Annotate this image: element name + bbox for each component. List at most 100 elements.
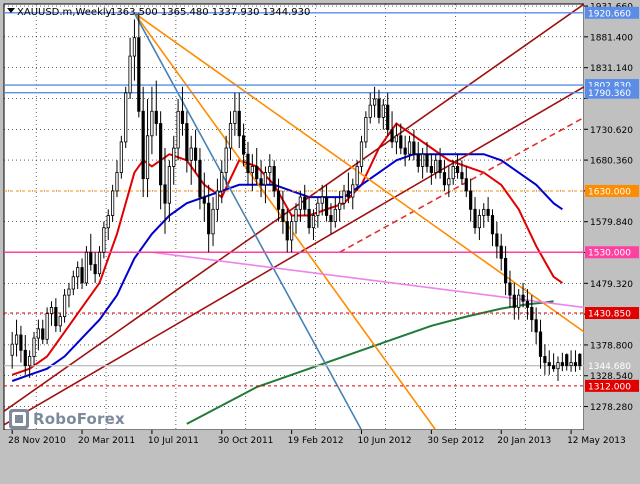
candle-body bbox=[425, 153, 429, 167]
candle-body bbox=[263, 172, 268, 186]
candle-body bbox=[346, 190, 350, 198]
candle-body bbox=[538, 331, 543, 357]
candle-body bbox=[71, 276, 75, 290]
candle-body bbox=[333, 208, 337, 222]
time-tick-label: 10 Jul 2011 bbox=[148, 436, 199, 446]
candle-body bbox=[167, 166, 171, 204]
candle-body bbox=[434, 159, 438, 173]
candle-body bbox=[569, 362, 573, 367]
candle-body bbox=[473, 208, 477, 229]
candle-body bbox=[246, 153, 250, 173]
candle-body bbox=[438, 159, 442, 173]
candle-body bbox=[495, 233, 499, 247]
candle-body bbox=[80, 267, 84, 284]
candle-body bbox=[185, 123, 189, 161]
candle-body bbox=[49, 307, 54, 314]
candle-body bbox=[193, 147, 198, 161]
candle-body bbox=[215, 190, 220, 210]
candle-body bbox=[285, 221, 289, 241]
candle-body bbox=[23, 349, 27, 367]
time-tick-label: 12 May 2013 bbox=[567, 436, 626, 446]
level-tag-label: 1344.680 bbox=[588, 362, 631, 372]
candle-body bbox=[102, 227, 106, 253]
candle-body bbox=[281, 208, 285, 222]
candle-body bbox=[198, 159, 202, 198]
candle-body bbox=[268, 166, 272, 173]
candle-body bbox=[272, 166, 276, 192]
price-tick-label: 1730.620 bbox=[590, 126, 633, 136]
candle-body bbox=[141, 110, 145, 180]
time-tick-label: 19 Feb 2012 bbox=[288, 436, 344, 446]
candle-body bbox=[172, 147, 176, 167]
price-tick-label: 1479.320 bbox=[590, 280, 633, 290]
candle-body bbox=[429, 166, 433, 173]
candle-body bbox=[399, 135, 403, 149]
candle-body bbox=[207, 202, 211, 235]
candle-body bbox=[67, 288, 71, 296]
candle-body bbox=[290, 221, 294, 241]
candle-body bbox=[84, 251, 89, 284]
candle bbox=[84, 246, 89, 286]
level-tag-label: 1530.000 bbox=[588, 249, 631, 259]
candle-body bbox=[482, 208, 486, 216]
candle-body bbox=[250, 166, 254, 173]
candle-body bbox=[154, 110, 158, 124]
candle-body bbox=[45, 313, 49, 340]
candle-body bbox=[329, 215, 333, 222]
candle-body bbox=[386, 104, 390, 131]
candle-body bbox=[180, 110, 185, 124]
candle-body bbox=[111, 190, 115, 216]
candle-body bbox=[442, 172, 447, 186]
candle-body bbox=[368, 104, 372, 118]
time-tick-label: 10 Jun 2012 bbox=[357, 436, 411, 446]
candle-body bbox=[58, 316, 62, 327]
brand-logo: RoboForex bbox=[8, 408, 125, 430]
candle-body bbox=[19, 334, 23, 351]
candle-body bbox=[543, 356, 547, 363]
roboforex-logo-icon bbox=[9, 409, 29, 429]
candle-body bbox=[62, 294, 67, 318]
price-tick-label: 1579.840 bbox=[590, 218, 633, 228]
price-tick-label: 1378.800 bbox=[590, 341, 633, 351]
candle-body bbox=[517, 294, 521, 308]
time-tick-label: 20 Jan 2013 bbox=[497, 436, 551, 446]
candle-body bbox=[351, 184, 355, 198]
candle-body bbox=[150, 110, 154, 137]
candle-body bbox=[115, 172, 119, 192]
candle-body bbox=[447, 178, 451, 186]
level-tag-label: 1790.360 bbox=[588, 89, 631, 99]
candle bbox=[119, 135, 123, 179]
candle-body bbox=[477, 215, 481, 229]
candle-body bbox=[93, 264, 97, 275]
candle-body bbox=[14, 334, 19, 345]
candle-body bbox=[237, 110, 241, 137]
candle-body bbox=[28, 356, 32, 367]
candle-body bbox=[381, 104, 385, 118]
candle-body bbox=[573, 362, 578, 367]
candle-body bbox=[372, 98, 377, 106]
candle-body bbox=[508, 282, 512, 296]
candle-body bbox=[128, 55, 132, 94]
price-tick-label: 1278.280 bbox=[590, 403, 633, 413]
candle-body bbox=[76, 267, 80, 278]
candle-body bbox=[486, 208, 490, 216]
candle-body bbox=[377, 98, 381, 118]
brand-name: RoboForex bbox=[33, 410, 125, 428]
candle-body bbox=[525, 300, 530, 308]
candle-body bbox=[342, 190, 346, 204]
candle-body bbox=[32, 337, 36, 357]
candle-body bbox=[233, 110, 237, 124]
level-tag-label: 1920.660 bbox=[588, 9, 631, 19]
candle-body bbox=[355, 166, 359, 186]
symbol-label: XAUUSD.m,Weekly bbox=[17, 7, 112, 18]
candle-body bbox=[556, 362, 560, 370]
candle-body bbox=[499, 245, 503, 259]
time-axis: 28 Nov 2010 20 Mar 2011 10 Jul 2011 30 Oct … bbox=[0, 430, 640, 480]
candle bbox=[124, 86, 128, 149]
candle-body bbox=[364, 116, 368, 143]
candle-body bbox=[159, 123, 163, 186]
candle-body bbox=[124, 92, 128, 143]
candle-body bbox=[534, 319, 538, 333]
chart-window: 1931.6601881.4001831.1401730.6201680.360… bbox=[0, 0, 640, 480]
candle-body bbox=[521, 294, 525, 302]
